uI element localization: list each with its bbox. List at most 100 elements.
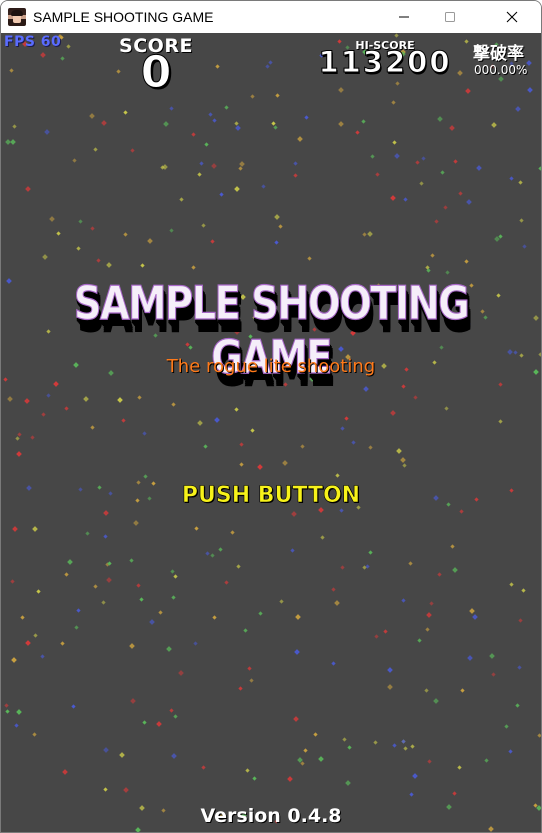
title-bar[interactable]: SAMPLE SHOOTING GAME: [1, 1, 541, 33]
star-particle: [83, 396, 89, 402]
star-particle: [392, 743, 397, 748]
star-particle: [194, 526, 199, 531]
star-particle: [498, 382, 503, 387]
star-particle: [287, 776, 293, 782]
star-particle: [211, 163, 217, 169]
star-particle: [412, 773, 418, 779]
star-particle: [509, 488, 514, 493]
game-character-icon: [8, 8, 26, 26]
star-particle: [257, 464, 263, 470]
star-particle: [203, 444, 208, 449]
star-particle: [335, 473, 340, 478]
star-particle: [374, 634, 379, 639]
game-window: SAMPLE SHOOTING GAME FPS 60 SCORE 0 HI-S…: [0, 0, 542, 833]
push-button-prompt[interactable]: PUSH BUTTON: [171, 483, 371, 509]
star-particle: [387, 667, 393, 673]
star-particle: [130, 148, 135, 153]
star-particle: [457, 765, 462, 770]
star-particle: [294, 649, 300, 655]
star-particle: [453, 159, 458, 164]
star-particle: [123, 232, 128, 237]
close-icon: [506, 11, 518, 23]
star-particle: [78, 219, 83, 224]
star-particle: [370, 154, 375, 159]
star-particle: [518, 618, 523, 623]
star-particle: [437, 572, 442, 577]
star-particle: [171, 402, 176, 407]
star-particle: [123, 787, 129, 793]
game-canvas[interactable]: FPS 60 SCORE 0 HI-SCORE 113200 撃破率 000.0…: [1, 33, 541, 832]
star-particle: [201, 223, 206, 228]
star-particle: [344, 416, 349, 421]
star-particle: [402, 463, 407, 468]
star-particle: [24, 398, 30, 404]
star-particle: [469, 608, 475, 614]
star-particle: [215, 64, 220, 69]
star-particle: [136, 480, 141, 485]
star-particle: [498, 234, 503, 239]
star-particle: [282, 460, 288, 466]
star-particle: [258, 611, 263, 616]
star-particle: [93, 584, 98, 589]
star-particle: [519, 218, 524, 223]
star-particle: [64, 572, 69, 577]
star-particle: [130, 698, 136, 704]
star-particle: [41, 412, 46, 417]
star-particle: [224, 105, 229, 110]
star-particle: [93, 147, 98, 152]
star-particle: [517, 665, 522, 670]
star-particle: [368, 550, 373, 555]
star-particle: [36, 589, 41, 594]
star-particle: [537, 733, 541, 738]
game-subtitle: The rogue lite shooting: [166, 356, 376, 377]
star-particle: [250, 94, 255, 99]
star-particle: [403, 197, 408, 202]
star-particle: [457, 70, 463, 76]
star-particle: [291, 511, 297, 517]
star-particle: [224, 580, 229, 585]
star-particle: [25, 640, 31, 646]
window-title: SAMPLE SHOOTING GAME: [33, 9, 214, 25]
star-particle: [351, 440, 356, 445]
destroy-rate-value: 000.00%: [474, 63, 528, 77]
star-particle: [3, 377, 8, 382]
star-particle: [234, 186, 240, 192]
star-particle: [521, 588, 526, 593]
maximize-button[interactable]: [427, 1, 473, 33]
star-particle: [66, 44, 71, 49]
star-particle: [239, 462, 244, 467]
star-particle: [373, 740, 378, 745]
star-particle: [304, 115, 309, 120]
star-particle: [275, 93, 280, 98]
star-particle: [508, 749, 513, 754]
star-particle: [464, 39, 469, 44]
star-particle: [274, 214, 280, 220]
star-particle: [121, 418, 126, 423]
star-particle: [515, 106, 521, 112]
close-button[interactable]: [489, 1, 535, 33]
star-particle: [437, 116, 443, 122]
star-particle: [408, 561, 413, 566]
star-particle: [173, 714, 178, 719]
star-particle: [30, 435, 35, 440]
star-particle: [313, 732, 318, 737]
star-particle: [434, 219, 439, 224]
star-particle: [101, 600, 106, 605]
star-particle: [26, 485, 32, 491]
minimize-button[interactable]: [381, 1, 427, 33]
star-particle: [173, 574, 178, 579]
star-particle: [238, 166, 243, 171]
star-particle: [5, 139, 11, 145]
star-particle: [340, 426, 345, 431]
star-particle: [4, 703, 9, 708]
star-particle: [426, 612, 432, 618]
star-particle: [261, 184, 266, 189]
star-particle: [129, 558, 134, 563]
star-particle: [338, 121, 344, 127]
star-particle: [355, 130, 360, 135]
star-particle: [78, 487, 83, 492]
star-particle: [507, 349, 513, 355]
star-particle: [394, 153, 400, 159]
star-particle: [151, 481, 156, 486]
star-particle: [417, 638, 422, 643]
